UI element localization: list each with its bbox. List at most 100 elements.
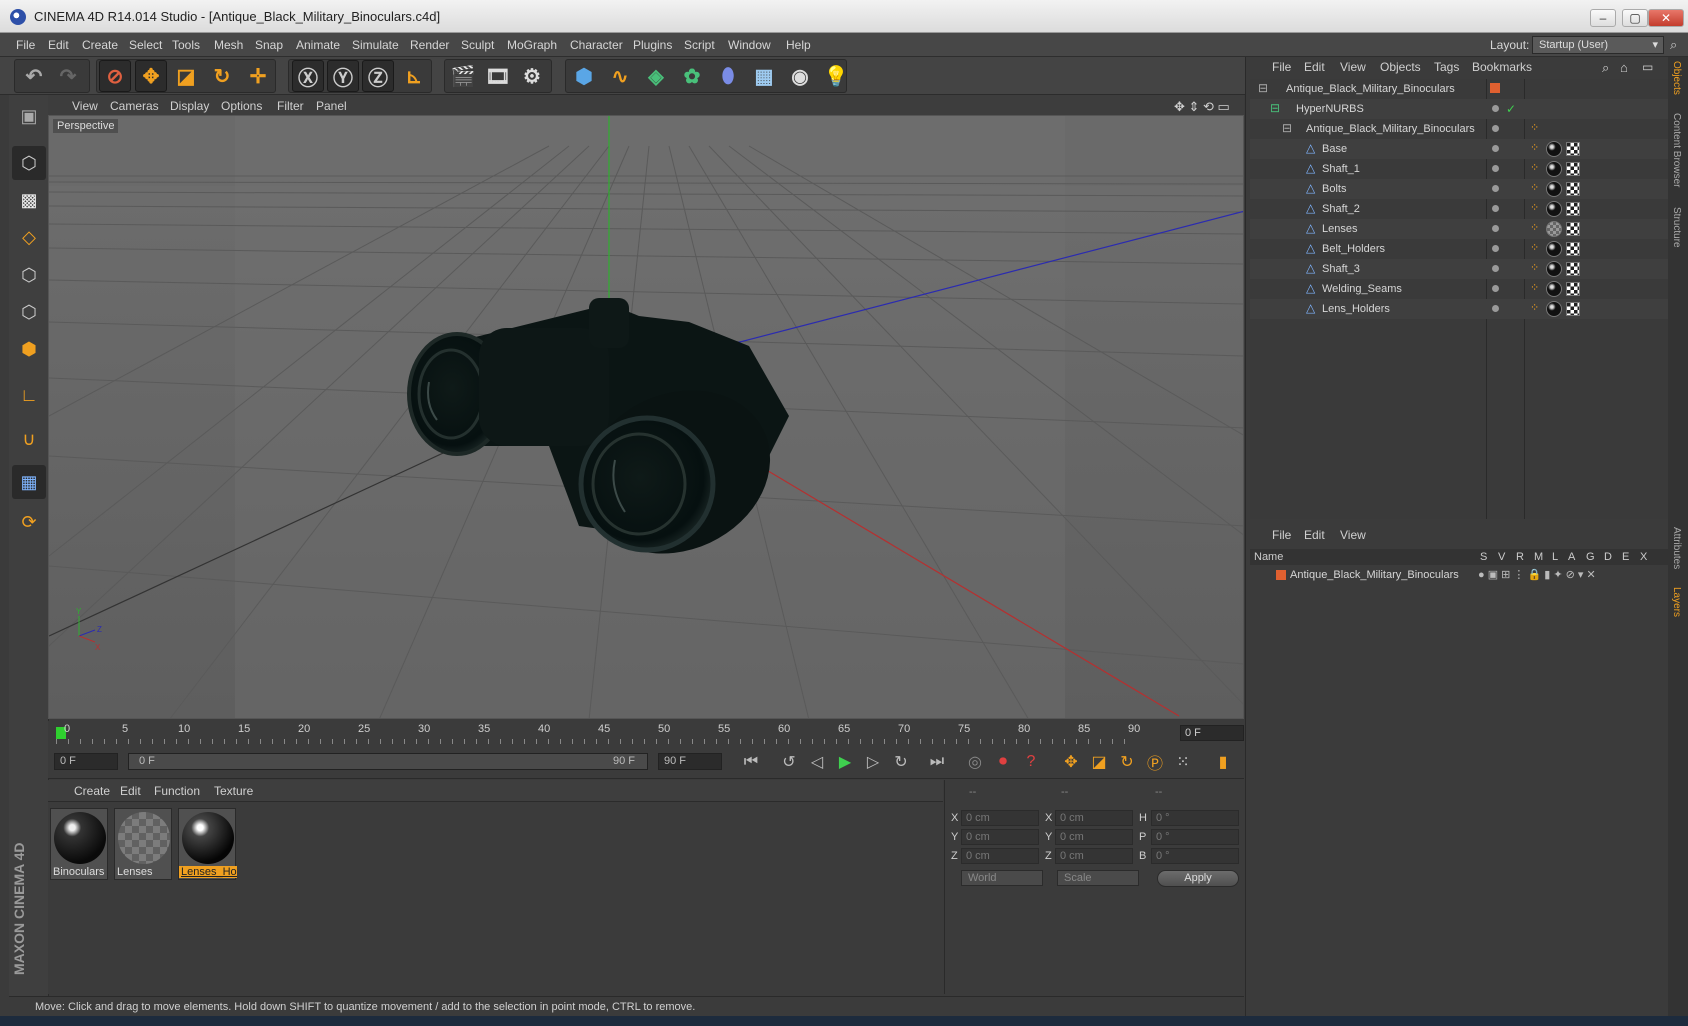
texture-tag-icon[interactable]: [1566, 222, 1580, 236]
model-mode-icon[interactable]: ⬡: [12, 146, 46, 180]
menu-mograph[interactable]: MoGraph: [507, 38, 557, 52]
layer-color-swatch[interactable]: [1276, 570, 1286, 580]
phong-tag-icon[interactable]: ⁘: [1530, 221, 1539, 234]
material-swatch[interactable]: Lenses_Hol: [178, 808, 237, 880]
tab-objects[interactable]: Objects: [1671, 61, 1682, 95]
menu-mesh[interactable]: Mesh: [214, 38, 243, 52]
material-menu-create[interactable]: Create: [74, 784, 110, 798]
size-z-field[interactable]: 0 cm: [1055, 848, 1133, 864]
obj-menu-view[interactable]: View: [1340, 60, 1366, 74]
visibility-dot[interactable]: [1492, 145, 1499, 152]
deformer-icon[interactable]: ⬮: [712, 60, 744, 92]
phong-tag-icon[interactable]: ⁘: [1530, 161, 1539, 174]
layout-dropdown[interactable]: Startup (User) ▾: [1532, 36, 1664, 54]
key-position-icon[interactable]: ✥: [1058, 750, 1084, 774]
layer-row[interactable]: Antique_Black_Military_Binoculars ● ▣ ⊞ …: [1250, 565, 1670, 585]
undo-icon[interactable]: ↶: [18, 60, 50, 92]
phong-tag-icon[interactable]: ⁘: [1530, 261, 1539, 274]
world-axis-icon[interactable]: ✛: [242, 60, 274, 92]
material-swatch[interactable]: Lenses: [114, 808, 172, 880]
phong-tag-icon[interactable]: ⁘: [1530, 241, 1539, 254]
object-row[interactable]: △ Shaft_3 ⁘: [1250, 259, 1670, 279]
minimize-button[interactable]: –: [1590, 9, 1616, 27]
key-scale-icon[interactable]: ◪: [1086, 750, 1112, 774]
material-tag-icon[interactable]: [1546, 201, 1562, 217]
material-tag-icon[interactable]: [1546, 141, 1562, 157]
render-picture-viewer-icon[interactable]: 🎞: [482, 60, 514, 92]
pos-z-field[interactable]: 0 cm: [961, 848, 1039, 864]
material-menu-texture[interactable]: Texture: [214, 784, 253, 798]
object-row[interactable]: △ Belt_Holders ⁘: [1250, 239, 1670, 259]
obj-menu-tags[interactable]: Tags: [1434, 60, 1459, 74]
points-mode-icon[interactable]: ⬡: [12, 258, 46, 292]
phong-tag-icon[interactable]: ⁘: [1530, 141, 1539, 154]
menu-sculpt[interactable]: Sculpt: [461, 38, 494, 52]
visibility-dot[interactable]: [1492, 245, 1499, 252]
texture-tag-icon[interactable]: [1566, 182, 1580, 196]
tab-layers[interactable]: Layers: [1671, 587, 1682, 617]
menu-window[interactable]: Window: [728, 38, 771, 52]
go-to-end-icon[interactable]: ⏭: [924, 750, 950, 774]
key-rotation-icon[interactable]: ↻: [1114, 750, 1140, 774]
menu-file[interactable]: File: [16, 38, 35, 52]
spline-icon[interactable]: ∿: [604, 60, 636, 92]
menu-tools[interactable]: Tools: [172, 38, 200, 52]
texture-tag-icon[interactable]: [1566, 162, 1580, 176]
render-view-icon[interactable]: 🎬: [447, 60, 479, 92]
snap-icon[interactable]: ∪: [12, 422, 46, 456]
live-selection-icon[interactable]: ⊘: [99, 60, 131, 92]
material-swatch[interactable]: Binoculars: [50, 808, 108, 880]
tab-structure[interactable]: Structure: [1671, 207, 1682, 248]
material-tag-icon[interactable]: [1546, 181, 1562, 197]
viewport-menu-display[interactable]: Display: [170, 99, 209, 113]
visibility-dot[interactable]: [1492, 125, 1499, 132]
maximize-button[interactable]: ▢: [1622, 9, 1648, 27]
viewport-menu-cameras[interactable]: Cameras: [110, 99, 159, 113]
menu-snap[interactable]: Snap: [255, 38, 283, 52]
texture-tag-icon[interactable]: [1566, 142, 1580, 156]
autokey-icon[interactable]: ⏺: [990, 750, 1016, 774]
timeline-ruler[interactable]: 0 5 10 15 20 25 30 35 40 45 50 55 60 65 …: [48, 721, 1244, 745]
key-parameter-icon[interactable]: Ⓟ: [1142, 750, 1168, 774]
pos-x-field[interactable]: 0 cm: [961, 810, 1039, 826]
material-tag-icon[interactable]: [1546, 261, 1562, 277]
y-axis-lock-icon[interactable]: Ⓨ: [327, 60, 359, 92]
menu-help[interactable]: Help: [786, 38, 811, 52]
key-point-level-icon[interactable]: ⁙: [1170, 750, 1196, 774]
visibility-dot[interactable]: [1492, 285, 1499, 292]
end-frame-field[interactable]: 90 F: [658, 753, 722, 770]
light-icon[interactable]: 💡: [820, 60, 852, 92]
obj-menu-edit[interactable]: Edit: [1304, 60, 1325, 74]
size-x-field[interactable]: 0 cm: [1055, 810, 1133, 826]
visibility-dot[interactable]: [1492, 265, 1499, 272]
scale-tool-icon[interactable]: ◪: [170, 60, 202, 92]
play-icon[interactable]: ▶: [832, 750, 858, 774]
visibility-dot[interactable]: [1492, 185, 1499, 192]
layer-menu-edit[interactable]: Edit: [1304, 528, 1325, 542]
rot-b-field[interactable]: 0 °: [1151, 848, 1239, 864]
material-tag-icon[interactable]: [1546, 161, 1562, 177]
object-row[interactable]: △ Base ⁘: [1250, 139, 1670, 159]
obj-menu-bookmarks[interactable]: Bookmarks: [1472, 60, 1532, 74]
texture-tag-icon[interactable]: [1566, 262, 1580, 276]
menu-character[interactable]: Character: [570, 38, 623, 52]
pos-y-field[interactable]: 0 cm: [961, 829, 1039, 845]
obj-menu-objects[interactable]: Objects: [1380, 60, 1421, 74]
menu-select[interactable]: Select: [129, 38, 162, 52]
visibility-dot[interactable]: [1492, 165, 1499, 172]
object-row[interactable]: △ Shaft_2 ⁘: [1250, 199, 1670, 219]
layer-toggle-icons[interactable]: ● ▣ ⊞ ⋮ 🔒 ▮ ✦ ⊘ ▾ ✕: [1478, 568, 1596, 581]
keyframe-selection-icon[interactable]: ?: [1018, 750, 1044, 774]
checkmark-icon[interactable]: ✓: [1506, 102, 1516, 116]
texture-tag-icon[interactable]: [1566, 202, 1580, 216]
material-menu-edit[interactable]: Edit: [120, 784, 141, 798]
tab-content-browser[interactable]: Content Browser: [1671, 113, 1682, 187]
apply-button[interactable]: Apply: [1157, 870, 1239, 887]
search-icon[interactable]: ⌕: [1602, 60, 1609, 76]
viewport-menu-filter[interactable]: Filter: [277, 99, 304, 113]
timeline-window-icon[interactable]: ▮: [1210, 750, 1236, 774]
move-tool-icon[interactable]: ✥: [135, 60, 167, 92]
tab-attributes[interactable]: Attributes: [1671, 527, 1682, 569]
edges-mode-icon[interactable]: ⬡: [12, 295, 46, 329]
menu-simulate[interactable]: Simulate: [352, 38, 399, 52]
